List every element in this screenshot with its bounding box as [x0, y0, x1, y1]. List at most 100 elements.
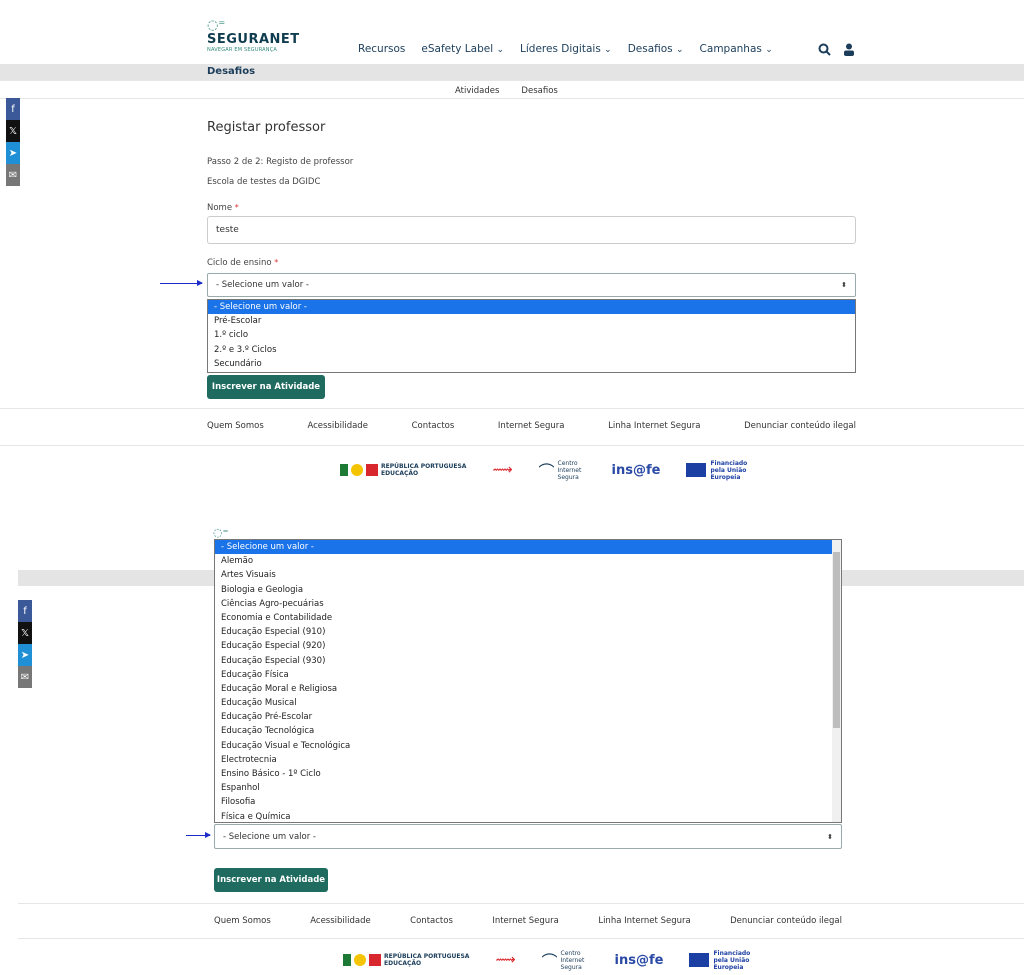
footer-link[interactable]: Quem Somos	[207, 421, 264, 431]
nav-item-campanhas[interactable]: Campanhas ⌄	[700, 43, 773, 55]
search-icon[interactable]	[818, 41, 831, 60]
option[interactable]: Filosofia	[215, 795, 833, 809]
facebook-icon[interactable]: f	[6, 98, 20, 120]
nav-item-esafety-label[interactable]: eSafety Label ⌄	[421, 43, 504, 55]
name-input[interactable]: teste	[207, 216, 856, 244]
scrollbar-thumb[interactable]	[833, 552, 840, 728]
select-arrows-icon: ⬍	[827, 832, 833, 841]
email-icon[interactable]: ✉	[6, 164, 20, 186]
required-marker: *	[234, 203, 239, 212]
flag-yellow	[351, 464, 363, 476]
footer-link[interactable]: Contactos	[412, 421, 455, 431]
footer-link[interactable]: Quem Somos	[214, 916, 271, 926]
chevron-down-icon: ⌄	[604, 45, 612, 55]
arch-icon: ⌒	[538, 462, 555, 481]
option[interactable]: Alemão	[215, 554, 833, 568]
share-bar: f 𝕏 ➤ ✉	[18, 600, 32, 688]
republica-text: REPÚBLICA PORTUGUESA	[384, 953, 470, 960]
option[interactable]: Biologia e Geologia	[215, 583, 833, 597]
option[interactable]: Educação Musical	[215, 696, 833, 710]
republica-logo[interactable]: REPÚBLICA PORTUGUESA EDUCAÇÃO	[340, 463, 466, 477]
select-arrows-icon: ⬍	[841, 281, 847, 289]
footer-link[interactable]: Internet Segura	[498, 421, 565, 431]
nav-item-desafios[interactable]: Desafios ⌄	[628, 43, 684, 55]
subject-select[interactable]: - Selecione um valor - ⬍	[214, 824, 842, 849]
telegram-icon[interactable]: ➤	[6, 142, 20, 164]
submit-button[interactable]: Inscrever na Atividade	[207, 375, 325, 399]
footer-link[interactable]: Linha Internet Segura	[608, 421, 700, 431]
footer-link[interactable]: Linha Internet Segura	[598, 916, 690, 926]
option[interactable]: Educação Física	[215, 668, 833, 682]
footer-link[interactable]: Contactos	[410, 916, 453, 926]
footer-link[interactable]: Acessibilidade	[310, 916, 371, 926]
option[interactable]: Educação Especial (920)	[215, 639, 833, 653]
option[interactable]: - Selecione um valor -	[215, 540, 833, 555]
footer-link[interactable]: Acessibilidade	[307, 421, 368, 431]
swoosh-logo-icon: ⟿	[492, 462, 513, 478]
eu-logo[interactable]: Financiado pela União Europeia	[689, 950, 761, 971]
page-title: Registar professor	[207, 120, 326, 135]
centro-text: Centro Internet Segura	[560, 949, 585, 971]
option[interactable]: Artes Visuais	[215, 568, 833, 582]
footer-link[interactable]: Denunciar conteúdo ilegal	[744, 421, 856, 431]
option[interactable]: Secundário	[208, 357, 855, 371]
scrollbar[interactable]	[832, 540, 841, 822]
option[interactable]: - Selecione um valor -	[208, 300, 855, 315]
main-nav: Recursos eSafety Label ⌄ Líderes Digitai…	[358, 43, 773, 55]
footer-nav: Quem Somos Acessibilidade Contactos Inte…	[207, 421, 856, 431]
select-value: - Selecione um valor -	[223, 831, 316, 842]
option[interactable]: 2.º e 3.º Ciclos	[208, 343, 855, 357]
option[interactable]: Educação Moral e Religiosa	[215, 682, 833, 696]
option[interactable]: Física e Química	[215, 810, 833, 824]
select-value: - Selecione um valor -	[216, 280, 309, 290]
arch-icon: ⌒	[541, 952, 558, 971]
footer-link[interactable]: Internet Segura	[492, 916, 559, 926]
partner-logos: REPÚBLICA PORTUGUESA EDUCAÇÃO ⟿ ⌒ Centro…	[343, 948, 761, 972]
option[interactable]: Educação Pré-Escolar	[215, 710, 833, 724]
option[interactable]: Espanhol	[215, 781, 833, 795]
x-icon[interactable]: 𝕏	[18, 622, 32, 644]
option[interactable]: 1.º ciclo	[208, 328, 855, 342]
breadcrumb: Desafios	[207, 66, 256, 77]
email-icon[interactable]: ✉	[18, 666, 32, 688]
cycle-options-list[interactable]: - Selecione um valor - Pré-Escolar 1.º c…	[207, 299, 856, 373]
facebook-icon[interactable]: f	[18, 600, 32, 622]
option[interactable]: Economia e Contabilidade	[215, 611, 833, 625]
divider	[0, 80, 1024, 81]
option[interactable]: Educação Visual e Tecnológica	[215, 739, 833, 753]
insafe-logo[interactable]: ins@fe	[615, 953, 664, 968]
subnav-atividades[interactable]: Atividades	[455, 86, 499, 96]
cycle-select[interactable]: - Selecione um valor - ⬍	[207, 273, 856, 297]
centro-logo[interactable]: ⌒ Centro Internet Segura	[539, 458, 586, 482]
option[interactable]: Pré-Escolar	[208, 314, 855, 328]
subject-options-list[interactable]: - Selecione um valor - Alemão Artes Visu…	[214, 539, 842, 823]
option[interactable]: Educação Especial (930)	[215, 654, 833, 668]
nav-item-lideres-digitais[interactable]: Líderes Digitais ⌄	[520, 43, 612, 55]
telegram-icon[interactable]: ➤	[18, 644, 32, 666]
logo-mark-icon: ◌⁼	[213, 526, 229, 539]
annotation-arrow	[160, 280, 203, 286]
nav-item-recursos[interactable]: Recursos	[358, 43, 405, 55]
eu-logo[interactable]: Financiado pela União Europeia	[686, 460, 758, 481]
swoosh-logo-icon: ⟿	[495, 952, 516, 968]
insafe-logo[interactable]: ins@fe	[612, 463, 661, 478]
divider	[0, 98, 1024, 99]
option[interactable]: Ensino Básico - 1º Ciclo	[215, 767, 833, 781]
option[interactable]: Educação Especial (910)	[215, 625, 833, 639]
x-icon[interactable]: 𝕏	[6, 120, 20, 142]
flag-yellow	[354, 954, 366, 966]
educacao-text: EDUCAÇÃO	[384, 960, 422, 967]
footer-link[interactable]: Denunciar conteúdo ilegal	[730, 916, 842, 926]
divider	[18, 903, 1024, 904]
cycle-label: Ciclo de ensino *	[207, 258, 279, 268]
submit-button[interactable]: Inscrever na Atividade	[214, 868, 328, 892]
centro-logo[interactable]: ⌒ Centro Internet Segura	[542, 948, 589, 972]
subnav-desafios[interactable]: Desafios	[521, 86, 557, 96]
option[interactable]: Educação Tecnológica	[215, 724, 833, 738]
option[interactable]: Ciências Agro-pecuárias	[215, 597, 833, 611]
user-icon[interactable]	[843, 41, 855, 60]
option[interactable]: Electrotecnia	[215, 753, 833, 767]
seguranet-logo[interactable]: ◌⁼ SEGURANET NAVEGAR EM SEGURANÇA	[207, 19, 300, 53]
school-text: Escola de testes da DGIDC	[207, 177, 321, 187]
republica-logo[interactable]: REPÚBLICA PORTUGUESA EDUCAÇÃO	[343, 953, 469, 967]
